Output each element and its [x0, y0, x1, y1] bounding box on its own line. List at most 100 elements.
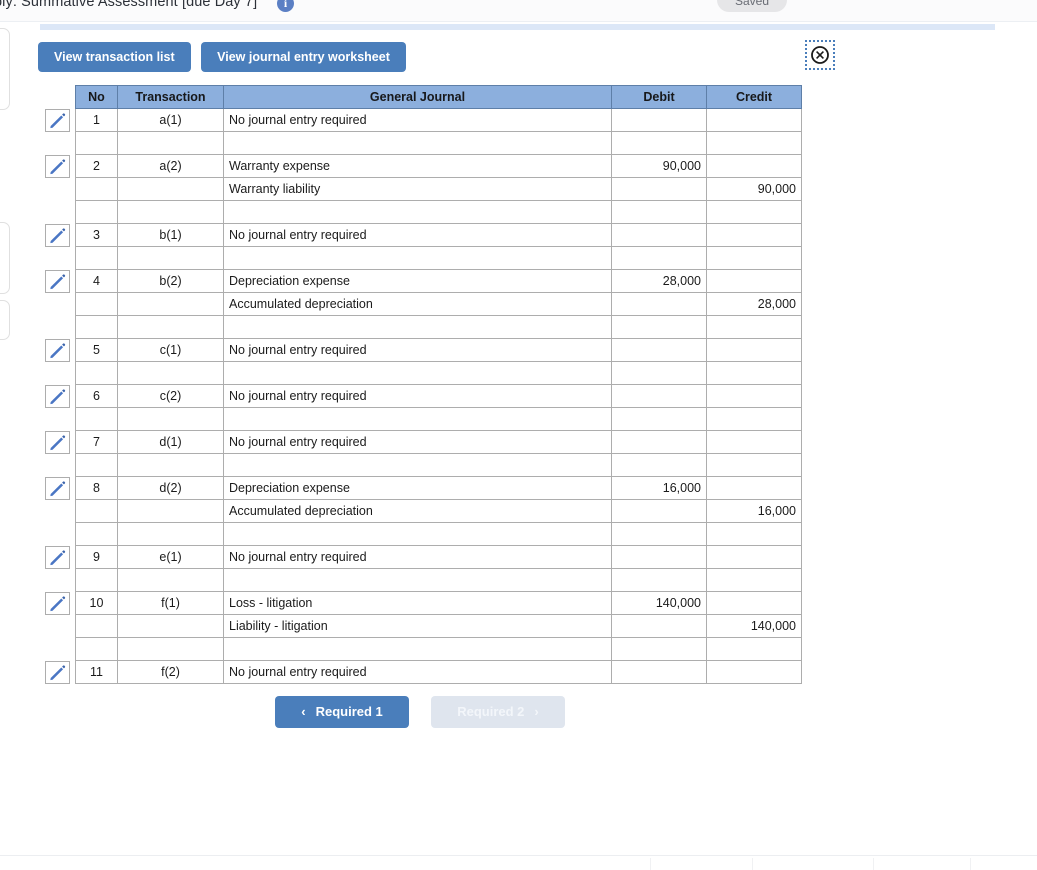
- table-row: 2 a(2) Warranty expense 90,000: [40, 154, 802, 178]
- close-circle-x-icon: [811, 46, 829, 64]
- spacer-cell: [75, 361, 118, 385]
- row-edit-cell: [40, 500, 76, 523]
- spacer-cell: [117, 315, 224, 339]
- table-row: 11 f(2) No journal entry required: [40, 660, 802, 684]
- required-2-label: Required 2: [457, 704, 525, 719]
- row-account-cell: Depreciation expense: [223, 269, 612, 293]
- spacer-cell: [75, 522, 118, 546]
- spacer-cell: [75, 315, 118, 339]
- row-debit-cell: 16,000: [611, 476, 707, 500]
- table-spacer-row: [40, 522, 802, 546]
- pencil-icon: [50, 227, 66, 243]
- edit-row-button[interactable]: [45, 660, 70, 684]
- row-edit-cell[interactable]: [40, 154, 76, 178]
- row-account-cell: Liability - litigation: [223, 614, 612, 638]
- row-edit-cell[interactable]: [40, 660, 76, 684]
- progress-band: [40, 24, 995, 30]
- pencil-icon: [50, 480, 66, 496]
- spacer-cell: [117, 246, 224, 270]
- row-credit-cell: [706, 430, 802, 454]
- header-transaction: Transaction: [117, 85, 224, 109]
- table-row: 6 c(2) No journal entry required: [40, 384, 802, 408]
- table-spacer-row: [40, 453, 802, 477]
- spacer-cell: [706, 407, 802, 431]
- row-edit-cell[interactable]: [40, 384, 76, 408]
- row-no-cell: 2: [75, 154, 118, 178]
- row-account-cell: Warranty liability: [223, 177, 612, 201]
- row-no-cell: 11: [75, 660, 118, 684]
- table-header-row: No Transaction General Journal Debit Cre…: [40, 85, 802, 109]
- row-account-cell: No journal entry required: [223, 660, 612, 684]
- spacer-edit-cell: [40, 362, 76, 385]
- row-edit-cell[interactable]: [40, 591, 76, 615]
- row-transaction-cell: c(1): [117, 338, 224, 362]
- spacer-cell: [611, 522, 707, 546]
- saved-status-badge: Saved: [717, 0, 787, 12]
- journal-entry-table-container: No Transaction General Journal Debit Cre…: [40, 85, 802, 684]
- row-edit-cell[interactable]: [40, 430, 76, 454]
- row-no-cell: [75, 292, 118, 316]
- spacer-cell: [611, 246, 707, 270]
- header-no: No: [75, 85, 118, 109]
- row-credit-cell: [706, 108, 802, 132]
- edit-row-button[interactable]: [45, 591, 70, 615]
- view-journal-entry-worksheet-button[interactable]: View journal entry worksheet: [201, 42, 406, 72]
- spacer-cell: [75, 568, 118, 592]
- close-button[interactable]: [805, 40, 835, 70]
- row-credit-cell: [706, 660, 802, 684]
- row-edit-cell[interactable]: [40, 269, 76, 293]
- spacer-edit-cell: [40, 523, 76, 546]
- table-row: 4 b(2) Depreciation expense 28,000: [40, 269, 802, 293]
- row-transaction-cell: [117, 292, 224, 316]
- spacer-cell: [706, 200, 802, 224]
- edit-row-button[interactable]: [45, 269, 70, 293]
- row-transaction-cell: [117, 499, 224, 523]
- spacer-cell: [611, 407, 707, 431]
- edit-row-button[interactable]: [45, 338, 70, 362]
- row-edit-cell: [40, 615, 76, 638]
- row-edit-cell[interactable]: [40, 223, 76, 247]
- pencil-icon: [50, 434, 66, 450]
- row-debit-cell: [611, 292, 707, 316]
- row-credit-cell: [706, 269, 802, 293]
- spacer-cell: [117, 131, 224, 155]
- edit-row-button[interactable]: [45, 223, 70, 247]
- pencil-icon: [50, 273, 66, 289]
- edit-row-button[interactable]: [45, 476, 70, 500]
- edit-row-button[interactable]: [45, 430, 70, 454]
- table-spacer-row: [40, 407, 802, 431]
- row-edit-cell[interactable]: [40, 338, 76, 362]
- edit-row-button[interactable]: [45, 154, 70, 178]
- row-no-cell: [75, 614, 118, 638]
- edit-row-button[interactable]: [45, 545, 70, 569]
- row-edit-cell[interactable]: [40, 476, 76, 500]
- row-debit-cell: [611, 660, 707, 684]
- pencil-icon: [50, 112, 66, 128]
- spacer-edit-cell: [40, 247, 76, 270]
- footer-bar: [0, 856, 1037, 870]
- edit-row-button[interactable]: [45, 108, 70, 132]
- row-account-cell: No journal entry required: [223, 545, 612, 569]
- assessment-title: bly: Summative Assessment [due Day 7]: [0, 0, 258, 10]
- row-edit-cell[interactable]: [40, 545, 76, 569]
- row-no-cell: 9: [75, 545, 118, 569]
- pencil-icon: [50, 595, 66, 611]
- row-debit-cell: 90,000: [611, 154, 707, 178]
- spacer-cell: [706, 315, 802, 339]
- view-transaction-list-button[interactable]: View transaction list: [38, 42, 191, 72]
- row-credit-cell: [706, 154, 802, 178]
- spacer-cell: [75, 453, 118, 477]
- spacer-cell: [611, 200, 707, 224]
- edit-row-button[interactable]: [45, 384, 70, 408]
- required-1-button[interactable]: ‹ Required 1: [275, 696, 409, 728]
- spacer-cell: [706, 361, 802, 385]
- row-transaction-cell: b(1): [117, 223, 224, 247]
- spacer-cell: [223, 200, 612, 224]
- spacer-cell: [117, 361, 224, 385]
- row-transaction-cell: c(2): [117, 384, 224, 408]
- spacer-cell: [706, 246, 802, 270]
- row-edit-cell[interactable]: [40, 108, 76, 132]
- row-account-cell: No journal entry required: [223, 430, 612, 454]
- row-no-cell: 7: [75, 430, 118, 454]
- required-2-button[interactable]: Required 2 ›: [431, 696, 565, 728]
